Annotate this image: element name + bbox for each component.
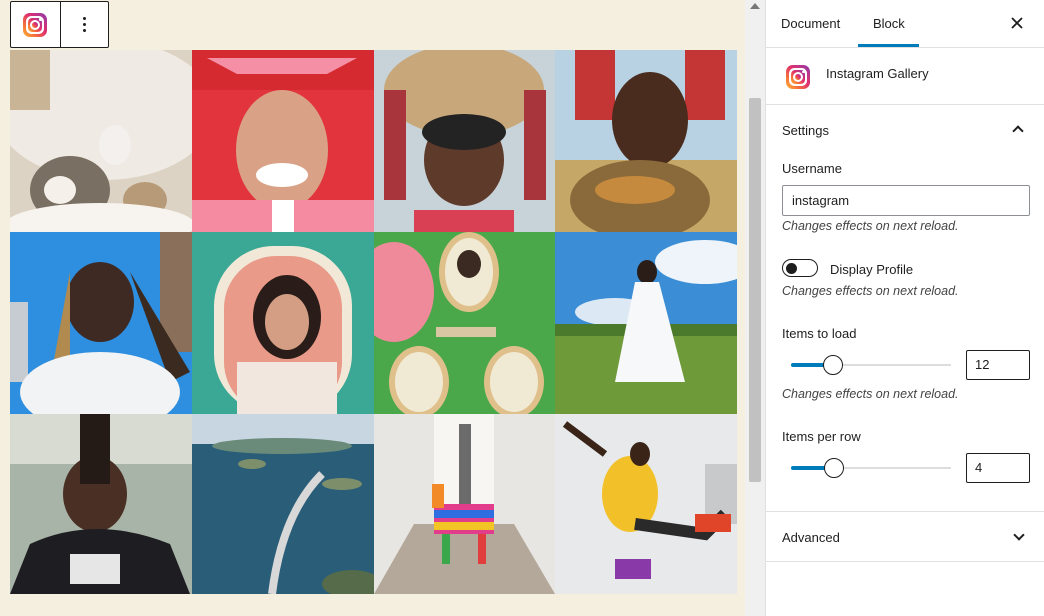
settings-panel-title: Settings [782, 123, 829, 138]
block-type-button[interactable] [11, 2, 60, 47]
items-to-load-help-text: Changes effects on next reload. [782, 387, 959, 401]
username-help-text: Changes effects on next reload. [782, 219, 959, 233]
advanced-panel-toggle[interactable]: Advanced [766, 511, 1044, 562]
sidebar-tabs: Document Block [766, 0, 1044, 48]
tab-block[interactable]: Block [873, 0, 905, 48]
rainbow-llama-photo[interactable] [374, 414, 555, 594]
block-card-title: Instagram Gallery [826, 66, 929, 81]
fence-portrait-photo[interactable] [10, 414, 192, 594]
scroll-up-arrow-icon[interactable] [750, 3, 760, 9]
toggle-knob [786, 262, 797, 274]
oval-portraits-photo[interactable] [374, 232, 555, 414]
items-to-load-slider[interactable] [791, 355, 951, 375]
instagram-icon [23, 12, 48, 37]
instagram-icon [786, 65, 810, 89]
ocean-bridge-photo[interactable] [192, 414, 374, 594]
graduate-photo[interactable] [192, 50, 374, 232]
slider-thumb[interactable] [822, 355, 843, 375]
advanced-panel-title: Advanced [782, 530, 840, 545]
display-profile-toggle[interactable] [782, 259, 818, 277]
items-per-row-label: Items per row [782, 429, 861, 444]
woman-headwrap-photo[interactable] [555, 50, 737, 232]
canvas-scrollbar[interactable] [745, 0, 765, 616]
items-per-row-slider[interactable] [791, 458, 951, 478]
chevron-up-icon [1012, 125, 1024, 137]
items-per-row-input[interactable]: 4 [966, 453, 1030, 483]
hedgehog-photo[interactable] [10, 50, 192, 232]
tab-document[interactable]: Document [781, 0, 840, 48]
white-dress-field-photo[interactable] [555, 232, 737, 414]
items-to-load-label: Items to load [782, 326, 857, 341]
roller-skater-photo[interactable] [555, 414, 737, 594]
close-icon [1011, 17, 1023, 29]
display-profile-label: Display Profile [830, 262, 914, 277]
username-label: Username [782, 161, 842, 176]
close-sidebar-button[interactable] [1008, 14, 1026, 32]
editor-canvas [0, 0, 745, 616]
block-card: Instagram Gallery [766, 48, 1044, 105]
pearl-frame-photo[interactable] [192, 232, 374, 414]
instagram-gallery-grid [10, 50, 737, 594]
block-options-button[interactable] [59, 2, 109, 47]
woven-headdress-photo[interactable] [374, 50, 555, 232]
username-input[interactable] [782, 185, 1030, 216]
settings-panel-toggle[interactable]: Settings [766, 105, 1044, 155]
settings-sidebar: Document Block Instagram Gallery Setting… [765, 0, 1044, 616]
chevron-down-icon [1013, 529, 1025, 541]
scrollbar-thumb[interactable] [749, 98, 761, 482]
slider-thumb[interactable] [824, 458, 845, 478]
items-to-load-input[interactable]: 12 [966, 350, 1030, 380]
block-toolbar [10, 1, 109, 48]
display-profile-help-text: Changes effects on next reload. [782, 284, 959, 298]
kebab-menu-icon [82, 17, 86, 32]
active-tab-indicator [858, 44, 919, 47]
braids-sky-photo[interactable] [10, 232, 192, 414]
